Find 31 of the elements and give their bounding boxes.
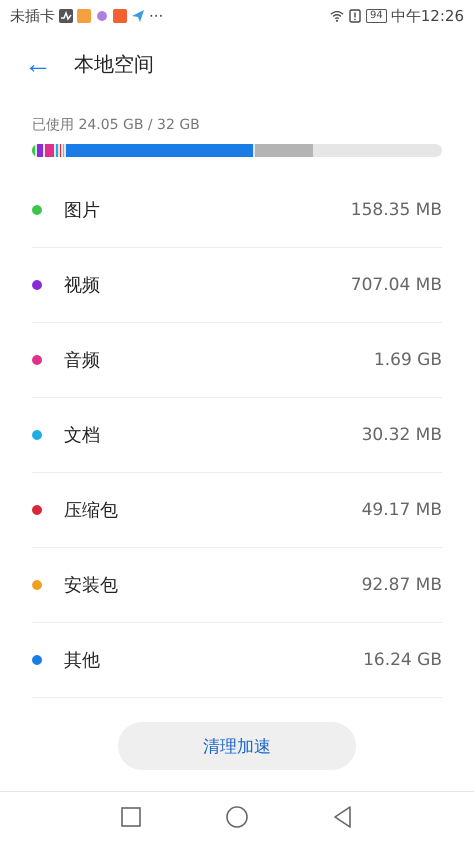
more-notifications-text: ···: [149, 7, 164, 25]
category-size: 707.04 MB: [350, 275, 442, 295]
page-title: 本地空间: [74, 50, 154, 78]
back-button[interactable]: ←: [20, 50, 56, 78]
category-name[interactable]: 图片: [64, 198, 351, 222]
category-name[interactable]: 音频: [64, 348, 374, 372]
category-name[interactable]: 其他: [64, 648, 364, 672]
category-size: 158.35 MB: [350, 200, 442, 220]
clean-button[interactable]: 清理加速: [118, 722, 356, 770]
home-icon[interactable]: [225, 805, 249, 829]
category-name[interactable]: 视频: [64, 273, 351, 297]
app-icon: [95, 9, 109, 23]
battery-level: 94: [366, 9, 387, 23]
app-icon: [77, 9, 91, 23]
carrier-text: 未插卡: [10, 6, 55, 26]
clock-time: 中午12:26: [390, 6, 464, 26]
recent-apps-icon[interactable]: [119, 805, 143, 829]
activity-icon: [59, 9, 73, 23]
usage-label: 已使用 24.05 GB / 32 GB: [32, 116, 201, 134]
category-name[interactable]: 压缩包: [64, 498, 362, 522]
app-icon: [113, 9, 127, 23]
sim-alert-icon: [348, 9, 362, 23]
category-size: 92.87 MB: [362, 575, 442, 595]
send-icon: [131, 9, 145, 23]
category-name[interactable]: 文档: [64, 423, 362, 447]
category-size: 49.17 MB: [362, 500, 442, 520]
category-size: 1.69 GB: [374, 350, 442, 370]
wifi-icon: [330, 9, 344, 23]
category-size: 30.32 MB: [362, 425, 442, 445]
category-size: 16.24 GB: [363, 650, 442, 670]
category-name[interactable]: 安装包: [64, 573, 362, 597]
